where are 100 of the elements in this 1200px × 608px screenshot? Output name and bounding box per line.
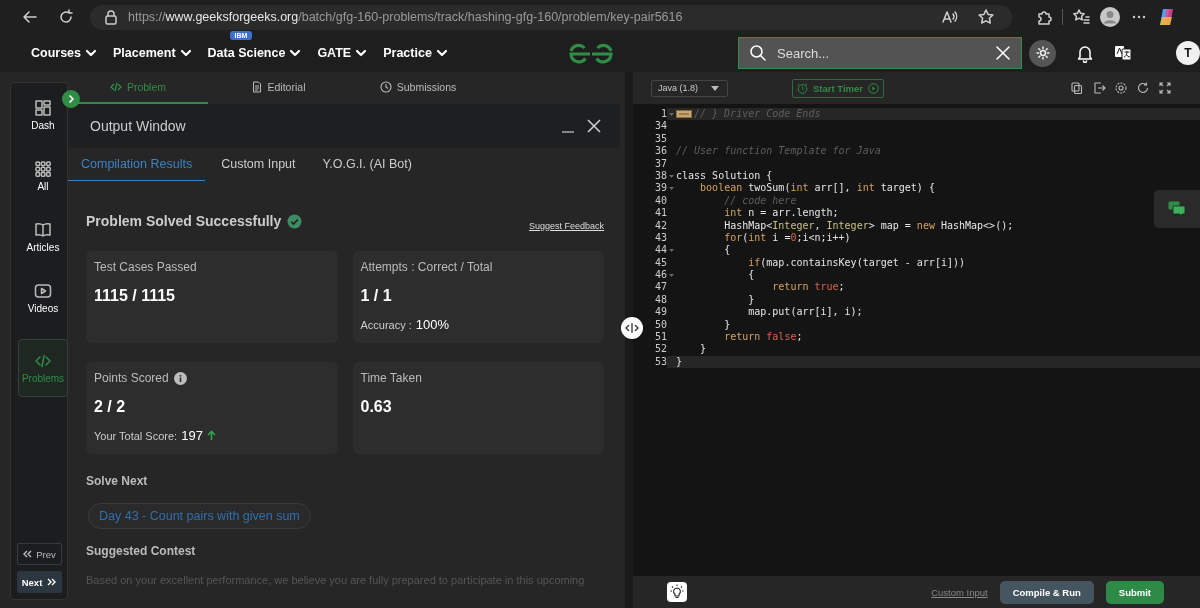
tab[interactable]: Editorial	[208, 72, 348, 104]
code-line: }	[723, 318, 731, 332]
chat-icon	[1168, 201, 1186, 217]
double-chevron-right-icon	[45, 576, 57, 588]
line-number: 53	[654, 355, 667, 369]
avatar[interactable]: T	[1176, 41, 1200, 65]
code-icon	[34, 352, 52, 370]
book-icon	[34, 221, 52, 239]
line-number: 50	[654, 318, 667, 332]
star-icon[interactable]	[977, 8, 995, 26]
check-circle-icon	[287, 213, 303, 229]
tab[interactable]: Custom Input	[208, 148, 309, 181]
nav-menu-item[interactable]: Data Science	[207, 46, 302, 60]
close-icon[interactable]	[586, 118, 602, 134]
chevron-down-icon	[355, 47, 368, 59]
site-logo[interactable]	[568, 42, 614, 64]
sidebar-item[interactable]: Dash	[19, 95, 67, 135]
nav-menu-item[interactable]: Placement	[113, 46, 192, 60]
line-number: 51	[654, 331, 667, 344]
caret-icon	[711, 85, 719, 91]
line-number: 48	[654, 293, 667, 307]
card-label: Points Scored	[94, 371, 169, 385]
search-icon	[749, 44, 767, 62]
nav-menu-item[interactable]: GATE	[317, 46, 368, 60]
line-number: 35	[654, 132, 667, 146]
code-line: if(map.containsKey(target - arr[i]))	[747, 256, 965, 270]
puzzle-icon[interactable]	[1035, 8, 1053, 26]
tab[interactable]: Compilation Results	[68, 148, 206, 181]
compile-run-button[interactable]: Compile & Run	[999, 580, 1094, 604]
search-input[interactable]: Search...	[775, 44, 987, 62]
back-icon[interactable]	[21, 8, 39, 26]
custom-input-link[interactable]: Custom Input	[931, 586, 988, 598]
line-number: 34	[654, 120, 667, 133]
stat-value: 100%	[415, 317, 450, 332]
fold-arrow-icon[interactable]	[669, 272, 674, 278]
chat-button[interactable]	[1154, 190, 1200, 228]
code-line: for(int i =0;i<n;i++)	[723, 231, 851, 245]
feedback-link[interactable]: Suggest Feedback	[528, 221, 604, 231]
clock-icon	[379, 81, 392, 93]
address-bar[interactable]: https://www.geeksforgeeks.org/batch/gfg-160-problems/track/hashing-gfg-160/problem/key-pair5616	[90, 4, 1012, 30]
url-text[interactable]: https://www.geeksforgeeks.org/batch/gfg-160-problems/track/hashing-gfg-160/problem/key-pair5616	[128, 10, 683, 24]
fold-arrow-icon[interactable]	[669, 173, 674, 179]
read-aloud-icon[interactable]	[941, 9, 959, 25]
fold-arrow-icon[interactable]	[669, 111, 674, 117]
theme-toggle-button[interactable]	[1029, 39, 1056, 67]
code-line: class Solution {	[676, 169, 773, 183]
sidebar-item[interactable]: Problems	[18, 339, 68, 397]
nav-menu-item[interactable]: Practice	[383, 46, 448, 60]
stat-value: 2 / 2	[94, 398, 127, 416]
previous-button[interactable]: Prev	[16, 543, 62, 565]
line-number: 43	[654, 231, 667, 245]
profile-icon[interactable]	[1099, 6, 1121, 28]
start-timer-button[interactable]: Start Timer	[792, 78, 884, 98]
refresh-icon[interactable]	[57, 8, 75, 26]
line-number: 44	[654, 244, 667, 257]
code-line: map.put(arr[i], i);	[747, 306, 863, 319]
search-field[interactable]: Search...	[738, 37, 1022, 69]
info-icon[interactable]	[173, 371, 187, 385]
expand-icon[interactable]	[62, 90, 80, 108]
tab[interactable]: Y.O.G.I. (AI Bot)	[309, 148, 425, 181]
line-number: 37	[654, 157, 667, 170]
stat-value: 1 / 1	[360, 287, 393, 305]
code-line: {	[723, 244, 731, 257]
grid-icon	[34, 160, 52, 178]
fullscreen-icon[interactable]	[1158, 81, 1172, 95]
line-number: 38	[654, 169, 667, 183]
sidebar-item[interactable]: All	[19, 156, 67, 196]
line-number: 49	[654, 306, 667, 319]
nav-menu-item[interactable]: Courses	[31, 46, 98, 60]
tab[interactable]: Submissions	[348, 72, 488, 104]
line-number: 47	[654, 281, 667, 294]
copy-icon[interactable]	[1070, 81, 1084, 95]
fold-arrow-icon[interactable]	[669, 248, 674, 253]
language-dropdown[interactable]: Java (1.8)	[651, 79, 728, 97]
line-number: 41	[654, 207, 667, 220]
fold-arrow-icon[interactable]	[669, 186, 674, 192]
sun-icon	[1035, 46, 1050, 60]
next-button[interactable]: Next	[16, 571, 62, 593]
code-line: }	[699, 343, 707, 356]
bell-icon[interactable]	[1076, 43, 1094, 63]
favorites-icon[interactable]	[1072, 8, 1090, 26]
code-line: boolean twoSum(int arr[], int target) {	[699, 182, 935, 195]
status-heading: Problem Solved Successfully	[86, 213, 282, 229]
reset-icon[interactable]	[1136, 81, 1150, 95]
chevron-down-icon	[435, 47, 448, 59]
translate-icon[interactable]	[1114, 44, 1132, 62]
lightbulb-icon[interactable]	[667, 582, 687, 602]
code-line: }	[676, 355, 683, 369]
submit-button[interactable]: Submit	[1105, 580, 1164, 604]
split-handle-icon[interactable]	[621, 317, 643, 339]
sidebar-item[interactable]: Videos	[19, 278, 67, 318]
stat-label: Your Total Score:	[94, 429, 178, 442]
settings-icon[interactable]	[1114, 81, 1128, 95]
code-line: return true;	[771, 281, 845, 294]
section-heading: Suggested Contest	[86, 544, 197, 558]
fold-marker-icon[interactable]	[676, 110, 692, 119]
lock-icon	[104, 9, 118, 25]
double-chevron-left-icon	[22, 548, 34, 560]
export-icon[interactable]	[1092, 81, 1106, 95]
sidebar-item[interactable]: Articles	[19, 217, 67, 257]
